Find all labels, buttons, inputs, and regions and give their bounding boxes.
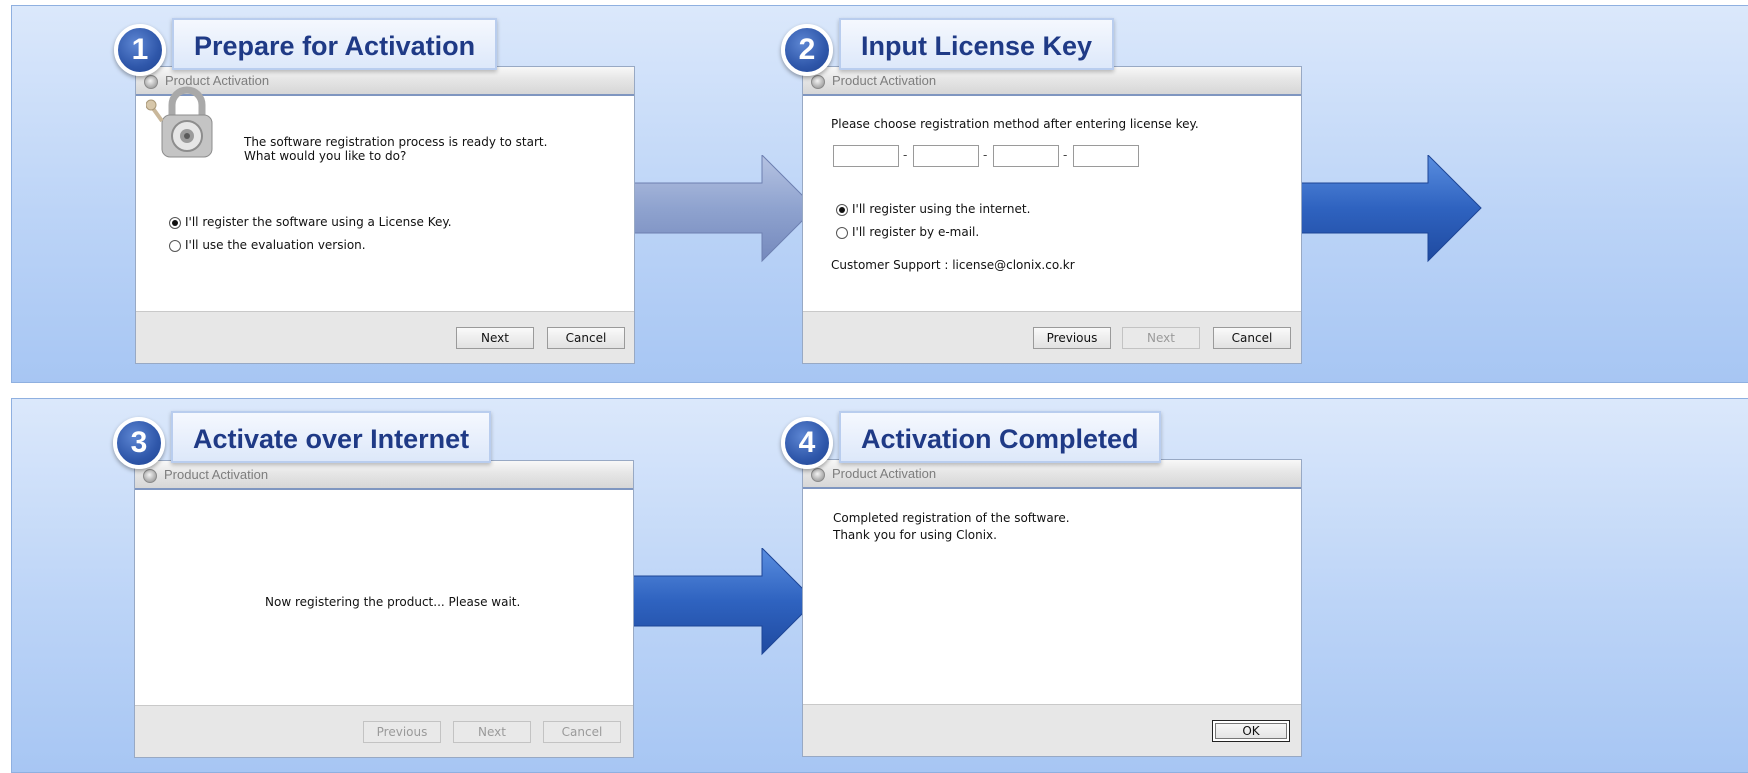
previous-button[interactable]: Previous [363, 721, 441, 743]
ok-button[interactable]: OK [1212, 720, 1290, 742]
dialog-title: Product Activation [832, 466, 937, 481]
dialog-title: Product Activation [164, 467, 269, 482]
arrow-step2-next-icon [1283, 155, 1482, 263]
radio-register-internet[interactable] [836, 204, 848, 216]
radio-register-email[interactable] [836, 227, 848, 239]
completed-message-line-2: Thank you for using Clonix. [833, 528, 997, 542]
dialog-title: Product Activation [832, 73, 937, 88]
step-title: Input License Key [839, 18, 1115, 70]
activation-lock-icon [811, 75, 825, 89]
previous-button[interactable]: Previous [1033, 327, 1111, 349]
message-line-1: The software registration process is rea… [244, 135, 548, 149]
dialog-footer: Previous Next Cancel [135, 705, 633, 757]
dialog-prepare-activation: Product Activation The software registra… [135, 66, 635, 364]
dialog-footer: OK [803, 704, 1301, 756]
key-separator: - [903, 148, 908, 162]
customer-support-text: Customer Support : license@clonix.co.kr [831, 258, 1075, 272]
dialog-input-license-key: Product Activation Please choose registr… [802, 66, 1302, 364]
completed-message-line-1: Completed registration of the software. [833, 511, 1070, 525]
cancel-button[interactable]: Cancel [547, 327, 625, 349]
key-separator: - [983, 148, 988, 162]
license-key-fields: - - - [803, 97, 1301, 167]
next-button[interactable]: Next [456, 327, 534, 349]
cancel-button[interactable]: Cancel [1213, 327, 1291, 349]
activation-lock-icon [143, 469, 157, 483]
padlock-icon [146, 86, 213, 158]
license-key-field-2[interactable] [913, 145, 979, 167]
step-title: Prepare for Activation [172, 18, 498, 70]
license-key-field-4[interactable] [1073, 145, 1139, 167]
key-separator: - [1063, 148, 1068, 162]
license-key-field-1[interactable] [833, 145, 899, 167]
dialog-footer: Next Cancel [136, 311, 634, 363]
arrow-step3-to-step4-icon [617, 548, 816, 656]
dialog-activation-completed: Product Activation Completed registratio… [802, 459, 1302, 757]
label-register-internet[interactable]: I'll register using the internet. [852, 202, 1030, 216]
step-title: Activation Completed [839, 411, 1161, 463]
dialog-footer: Previous Next Cancel [803, 311, 1301, 363]
dialog-titlebar: Product Activation [135, 461, 633, 490]
label-evaluation[interactable]: I'll use the evaluation version. [185, 238, 366, 252]
activation-lock-icon [811, 468, 825, 482]
label-license-key[interactable]: I'll register the software using a Licen… [185, 215, 452, 229]
radio-license-key[interactable] [169, 217, 181, 229]
label-register-email[interactable]: I'll register by e-mail. [852, 225, 979, 239]
next-button[interactable]: Next [1122, 327, 1200, 349]
step-number-badge: 2 [781, 24, 833, 76]
dialog-activate-internet: Product Activation Now registering the p… [134, 460, 634, 758]
next-button[interactable]: Next [453, 721, 531, 743]
message-line-2: What would you like to do? [244, 149, 407, 163]
license-key-field-3[interactable] [993, 145, 1059, 167]
step-title: Activate over Internet [171, 411, 492, 463]
radio-evaluation[interactable] [169, 240, 181, 252]
step-number-badge: 1 [114, 24, 166, 76]
registering-status-text: Now registering the product... Please wa… [265, 595, 521, 609]
arrow-step1-to-step2-icon [617, 155, 816, 263]
step-number-badge: 4 [781, 417, 833, 469]
cancel-button[interactable]: Cancel [543, 721, 621, 743]
step-number-badge: 3 [113, 417, 165, 469]
